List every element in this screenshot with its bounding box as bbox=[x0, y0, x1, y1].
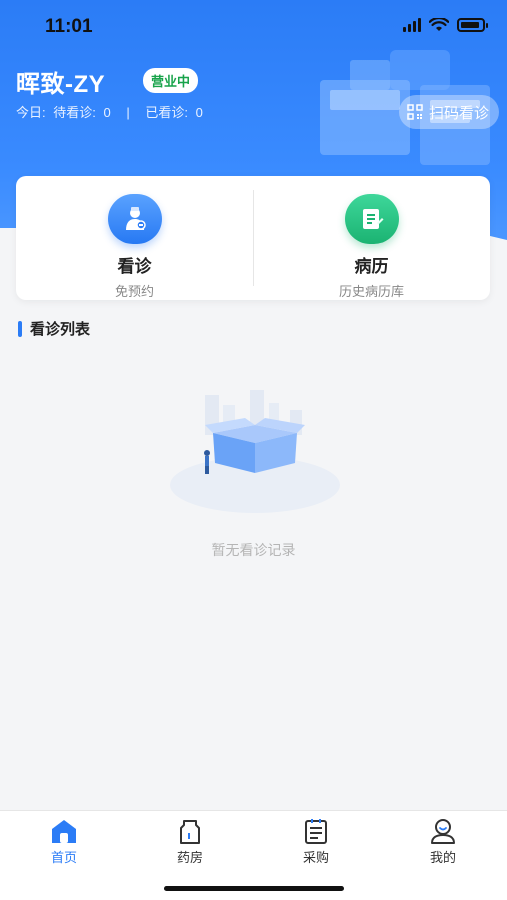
tab-profile[interactable]: 我的 bbox=[403, 817, 483, 866]
action-records-subtitle: 历史病历库 bbox=[338, 284, 404, 299]
section-accent-bar bbox=[18, 320, 22, 337]
battery-icon bbox=[457, 18, 488, 32]
tab-pharmacy-label: 药房 bbox=[176, 850, 203, 865]
scan-visit-label: 扫码看诊 bbox=[428, 104, 489, 122]
tab-purchase-label: 采购 bbox=[302, 850, 329, 865]
pending-count: 0 bbox=[103, 105, 111, 120]
empty-box-illustration bbox=[170, 390, 340, 513]
visit-list-heading: 看诊列表 bbox=[18, 318, 90, 339]
tab-home-label: 首页 bbox=[50, 850, 77, 865]
scan-visit-button[interactable]: 扫码看诊 bbox=[398, 95, 499, 129]
clinic-name: 晖致-ZY bbox=[16, 71, 106, 98]
wifi-icon bbox=[429, 18, 449, 31]
signal-icon bbox=[403, 18, 421, 32]
pharmacy-icon bbox=[180, 820, 200, 844]
doctor-icon bbox=[107, 194, 162, 244]
action-visit[interactable]: 看诊 免预约 bbox=[16, 176, 253, 300]
empty-state-text: 暂无看诊记录 bbox=[211, 542, 296, 558]
tab-pharmacy[interactable]: 药房 bbox=[150, 817, 230, 866]
medical-record-icon bbox=[344, 194, 399, 244]
visit-list-title: 看诊列表 bbox=[30, 321, 91, 338]
visit-stats: 今日: 待看诊: 0 | 已看诊: 0 bbox=[16, 102, 207, 121]
action-records-title: 病历 bbox=[354, 257, 389, 276]
home-icon bbox=[52, 820, 76, 843]
today-label: 今日: bbox=[16, 105, 46, 120]
done-count: 0 bbox=[195, 105, 203, 120]
profile-icon bbox=[431, 819, 455, 844]
purchase-icon bbox=[305, 819, 327, 844]
status-icons bbox=[403, 18, 488, 32]
action-visit-title: 看诊 bbox=[117, 257, 152, 276]
stats-separator: | bbox=[126, 105, 130, 120]
tab-profile-label: 我的 bbox=[429, 850, 456, 865]
action-records[interactable]: 病历 历史病历库 bbox=[253, 176, 490, 300]
tab-home[interactable]: 首页 bbox=[24, 817, 104, 866]
quick-actions-card: 看诊 免预约 病历 历史病历库 bbox=[16, 176, 490, 300]
status-badge: 营业中 bbox=[143, 68, 199, 93]
pending-label: 待看诊: bbox=[53, 105, 96, 120]
qr-code-icon bbox=[407, 104, 423, 120]
done-label: 已看诊: bbox=[145, 105, 188, 120]
status-time: 11:01 bbox=[45, 16, 93, 37]
home-indicator bbox=[164, 886, 344, 891]
tab-purchase[interactable]: 采购 bbox=[276, 817, 356, 866]
action-visit-subtitle: 免预约 bbox=[114, 284, 154, 299]
